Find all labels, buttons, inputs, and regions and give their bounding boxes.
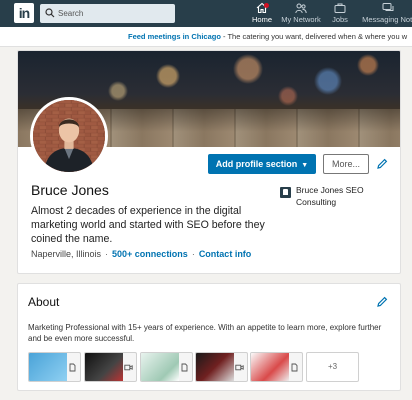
more-button[interactable]: More...	[323, 154, 369, 174]
connections-link[interactable]: 500+ connections	[112, 249, 188, 259]
profile-card: Add profile section ▼ More... Bruce Jone…	[17, 50, 401, 274]
media-thumbnail[interactable]	[250, 352, 303, 382]
top-nav-bar: in Home My Network Jobs Me	[0, 0, 412, 27]
video-icon	[235, 364, 244, 371]
company-logo-icon	[280, 187, 291, 198]
media-thumbnail[interactable]	[84, 352, 137, 382]
about-summary: Marketing Professional with 15+ years of…	[28, 323, 382, 343]
more-media-button[interactable]: +3	[306, 352, 359, 382]
edit-pencil-icon[interactable]	[376, 296, 388, 308]
promo-ad-bar: Feed meetings in Chicago - The catering …	[0, 27, 412, 47]
nav-home-label: Home	[251, 15, 272, 24]
company-name: Bruce Jones SEO Consulting	[296, 185, 364, 207]
linkedin-logo[interactable]: in	[14, 3, 34, 23]
add-profile-section-button[interactable]: Add profile section ▼	[208, 154, 316, 174]
search-input[interactable]	[56, 4, 171, 23]
nav-home[interactable]: Home	[251, 2, 273, 26]
media-image	[29, 353, 67, 381]
media-thumbnail[interactable]	[195, 352, 248, 382]
document-icon	[69, 363, 76, 372]
profile-name: Bruce Jones	[31, 182, 109, 198]
profile-meta: Naperville, Illinois · 500+ connections · Co…	[31, 249, 251, 259]
separator-dot: ·	[105, 249, 109, 259]
network-icon	[295, 3, 307, 14]
about-card: About Marketing Professional with 15+ ye…	[17, 283, 401, 391]
about-heading: About	[28, 295, 60, 309]
nav-my-network-label: My Network	[281, 15, 321, 24]
nav-jobs-label: Jobs	[332, 15, 348, 24]
media-image	[141, 353, 179, 381]
profile-photo[interactable]	[30, 97, 108, 175]
nav-messaging-label: Messaging Noti	[362, 15, 412, 24]
ad-link[interactable]: Feed meetings in Chicago	[128, 32, 221, 41]
media-image	[85, 353, 123, 381]
notification-dot	[264, 3, 269, 8]
caret-down-icon: ▼	[299, 162, 309, 169]
person-photo-icon	[33, 100, 105, 172]
jobs-icon	[334, 3, 346, 13]
edit-pencil-icon[interactable]	[376, 158, 388, 170]
document-icon	[291, 363, 298, 372]
media-image	[196, 353, 234, 381]
add-profile-section-label: Add profile section	[215, 159, 298, 169]
video-icon	[124, 364, 133, 371]
contact-info-link[interactable]: Contact info	[199, 249, 252, 259]
ad-text: - The catering you want, delivered when …	[220, 32, 408, 41]
nav-messaging[interactable]: Messaging Noti	[358, 2, 412, 26]
document-icon	[181, 363, 188, 372]
profile-headline: Almost 2 decades of experience in the di…	[31, 205, 265, 245]
media-image	[251, 353, 289, 381]
nav-my-network[interactable]: My Network	[280, 2, 322, 26]
separator-dot: ·	[191, 249, 195, 259]
messaging-icon	[382, 3, 394, 11]
search-box[interactable]	[40, 4, 175, 23]
nav-jobs[interactable]: Jobs	[330, 2, 350, 26]
media-thumbnail[interactable]	[140, 352, 193, 382]
media-thumbnail[interactable]	[28, 352, 81, 382]
profile-location: Naperville, Illinois	[31, 249, 102, 259]
search-icon	[45, 8, 55, 18]
